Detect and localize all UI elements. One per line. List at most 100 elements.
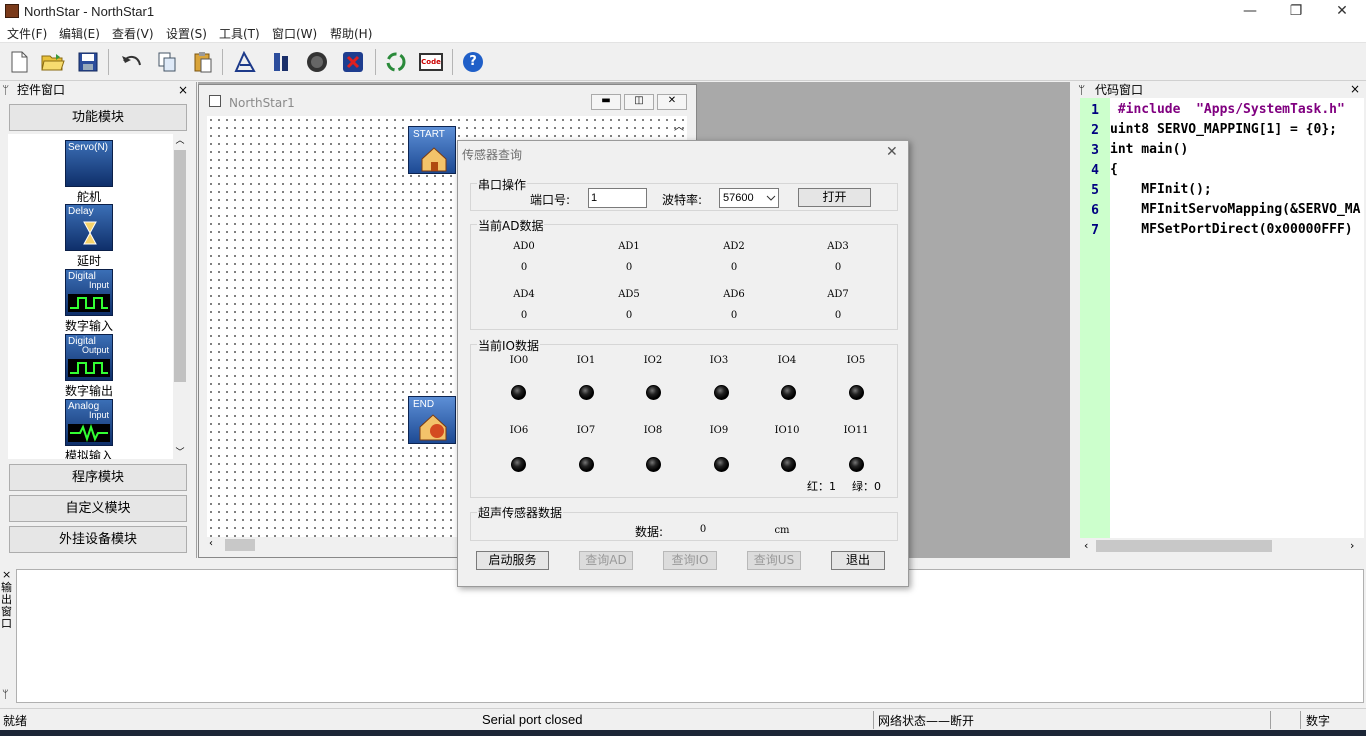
undo-icon[interactable] (118, 48, 146, 76)
menu-bar: 文件(F) 编辑(E) 查看(V) 设置(S) 工具(T) 窗口(W) 帮助(H… (0, 23, 1366, 43)
chevron-down-icon (766, 195, 776, 201)
build-icon[interactable] (267, 48, 295, 76)
menu-view[interactable]: 查看(V) (112, 25, 154, 42)
exit-button[interactable]: 退出 (831, 551, 885, 570)
open-port-button[interactable]: 打开 (798, 188, 871, 207)
red-count: 红：1 (807, 480, 836, 493)
pin-icon[interactable]: ᛘ (1078, 83, 1085, 97)
document-close-button[interactable]: ✕ (657, 94, 687, 110)
servo-icon: Servo(N) (65, 140, 113, 187)
menu-help[interactable]: 帮助(H) (330, 25, 372, 42)
scroll-thumb[interactable] (174, 150, 186, 382)
paste-icon[interactable] (189, 48, 217, 76)
port-input[interactable] (588, 188, 647, 208)
io-group-label: 当前IO数据 (477, 337, 540, 354)
close-icon[interactable]: × (2, 568, 11, 581)
taskbar-edge (0, 730, 1366, 736)
copy-icon[interactable] (153, 48, 181, 76)
chevron-right-icon[interactable]: › (1350, 539, 1354, 552)
close-button[interactable]: ✕ (1319, 0, 1365, 23)
palette-item-delay[interactable]: Delay 延时 (64, 204, 114, 269)
chevron-up-icon[interactable]: ︿ (672, 118, 686, 134)
io-led-1 (579, 385, 594, 400)
document-icon (209, 95, 221, 107)
pin-icon[interactable]: ᛘ (2, 688, 9, 701)
function-module-button[interactable]: 功能模块 (9, 104, 187, 131)
toolbar-separator (108, 49, 109, 75)
start-service-button[interactable]: 启动服务 (476, 551, 549, 570)
palette-scrollbar[interactable]: ︿ ﹀ (173, 134, 187, 460)
io-led-11 (849, 457, 864, 472)
external-module-button[interactable]: 外挂设备模块 (9, 526, 187, 553)
baud-select[interactable]: 57600 (719, 188, 779, 208)
run-icon[interactable] (303, 48, 331, 76)
close-icon[interactable]: × (1350, 82, 1360, 96)
ultrasonic-value: 0 (699, 524, 707, 535)
code-editor[interactable]: 1 2 3 4 5 6 7 #include "Apps/SystemTask.… (1080, 98, 1364, 538)
start-block[interactable]: START (408, 126, 456, 174)
code-icon[interactable]: Code (417, 48, 445, 76)
io-led-8 (646, 457, 661, 472)
line-number: 1 (1091, 103, 1099, 118)
output-panel-title: 输出窗口 (1, 581, 12, 630)
palette-item-label: 数字输出 (64, 384, 113, 398)
port-label: 端口号: (530, 193, 571, 207)
help-icon[interactable]: ? (459, 48, 487, 76)
pin-icon[interactable]: ᛘ (2, 83, 9, 97)
menu-file[interactable]: 文件(F) (7, 25, 47, 42)
io-led-2 (646, 385, 661, 400)
chevron-left-icon[interactable]: ‹ (1084, 539, 1088, 552)
window-title: NorthStar - NorthStar1 (24, 4, 155, 19)
menu-settings[interactable]: 设置(S) (166, 25, 207, 42)
menu-edit[interactable]: 编辑(E) (59, 25, 100, 42)
recycle-icon[interactable] (382, 48, 410, 76)
document-restore-button[interactable]: ◫ (624, 94, 654, 110)
code-hscrollbar[interactable]: ‹ › (1080, 538, 1364, 554)
output-text-area[interactable] (16, 569, 1364, 703)
minimize-button[interactable]: — (1227, 0, 1273, 23)
io-label: IO5 (846, 355, 866, 366)
restore-button[interactable]: ❐ (1273, 0, 1319, 23)
control-panel-header: ᛘ 控件窗口 × (2, 82, 192, 98)
status-ready: 就绪 (3, 714, 28, 728)
ad-value: 0 (730, 310, 738, 321)
query-us-button[interactable]: 查询US (747, 551, 801, 570)
open-folder-icon[interactable] (39, 48, 67, 76)
dialog-close-icon[interactable]: ✕ (886, 144, 898, 160)
baud-value: 57600 (723, 192, 754, 204)
stop-icon[interactable] (339, 48, 367, 76)
document-minimize-button[interactable]: ▬ (591, 94, 621, 110)
menu-tools[interactable]: 工具(T) (219, 25, 260, 42)
code-line: int main() (1110, 142, 1189, 157)
status-serial: Serial port closed (482, 712, 583, 727)
chevron-up-icon[interactable]: ︿ (173, 134, 187, 148)
palette-item-digital-input[interactable]: Digital Input 数字输入 (64, 269, 114, 334)
scroll-thumb[interactable] (1096, 540, 1272, 552)
scroll-thumb[interactable] (225, 539, 255, 551)
chevron-down-icon[interactable]: ﹀ (173, 446, 187, 460)
app-icon (5, 4, 19, 18)
status-mode: 数字 (1306, 714, 1331, 728)
status-divider (1300, 711, 1301, 729)
close-icon[interactable]: × (178, 82, 188, 98)
io-label: IO4 (777, 355, 797, 366)
chevron-left-icon[interactable]: ‹ (209, 538, 213, 549)
io-led-6 (511, 457, 526, 472)
palette-item-servo[interactable]: Servo(N) 舵机 (64, 140, 114, 205)
palette-item-digital-output[interactable]: Digital Output 数字输出 (64, 334, 114, 399)
custom-module-button[interactable]: 自定义模块 (9, 495, 187, 522)
end-block[interactable]: END (408, 396, 456, 444)
program-module-button[interactable]: 程序模块 (9, 464, 187, 491)
save-icon[interactable] (74, 48, 102, 76)
line-number: 2 (1091, 123, 1099, 138)
code-panel-header: ᛘ 代码窗口 (1078, 82, 1362, 98)
ad-label: AD0 (513, 241, 535, 252)
menu-window[interactable]: 窗口(W) (272, 25, 317, 42)
house-end-icon (419, 414, 447, 441)
new-file-icon[interactable] (5, 48, 33, 76)
end-label: END (413, 399, 435, 410)
query-io-button[interactable]: 查询IO (663, 551, 717, 570)
query-ad-button[interactable]: 查询AD (579, 551, 633, 570)
compile-icon[interactable] (231, 48, 259, 76)
palette-item-analog-input[interactable]: Analog Input 模拟输入 (64, 399, 114, 459)
